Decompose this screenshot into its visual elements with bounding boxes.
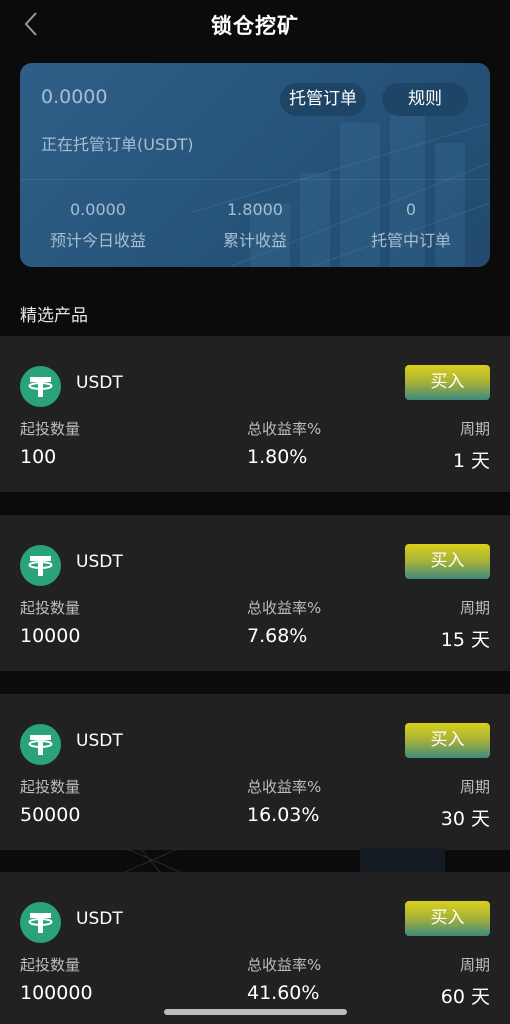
stat-label: 托管中订单 [370, 231, 451, 250]
min-amount-value: 50000 [20, 804, 81, 826]
min-amount-label: 起投数量 [20, 956, 81, 974]
page-title: 锁仓挖矿 [211, 14, 299, 38]
coin-name: USDT [76, 909, 123, 929]
stat-label: 预计今日收益 [49, 231, 146, 250]
min-amount-label: 起投数量 [20, 778, 81, 796]
tether-icon [20, 724, 61, 765]
home-indicator[interactable] [164, 1009, 347, 1015]
product-card: USDT 买入 起投数量 总收益率% 周期 100 1.80% 1 天 [0, 336, 510, 492]
rate-label: 总收益率% [247, 956, 322, 974]
rate-label: 总收益率% [247, 420, 322, 438]
period-value: 1 天 [452, 450, 490, 472]
stat-label: 累计收益 [222, 231, 287, 250]
custody-subtitle: 正在托管订单(USDT) [41, 135, 194, 154]
min-amount-value: 100 [20, 446, 57, 468]
period-value: 60 天 [440, 986, 490, 1008]
background-decoration [124, 848, 445, 872]
rate-value: 7.68% [247, 625, 308, 647]
custody-total-amount: 0.0000 [41, 86, 108, 108]
min-amount-value: 100000 [20, 982, 93, 1004]
rate-label: 总收益率% [247, 599, 322, 617]
rate-value: 1.80% [247, 446, 308, 468]
period-label: 周期 [459, 599, 490, 617]
buy-button[interactable]: 买入 [405, 544, 490, 579]
stat-active-orders: 0 托管中订单 [333, 200, 489, 251]
rate-label: 总收益率% [247, 778, 322, 796]
tether-icon [20, 902, 61, 943]
period-value: 30 天 [440, 808, 490, 830]
stat-total-earnings: 1.8000 累计收益 [177, 200, 333, 251]
custody-orders-button[interactable]: 托管订单 [280, 83, 366, 116]
min-amount-value: 10000 [20, 625, 81, 647]
buy-button[interactable]: 买入 [405, 901, 490, 936]
stat-value: 0.0000 [70, 200, 126, 219]
min-amount-label: 起投数量 [20, 420, 81, 438]
tether-icon [20, 545, 61, 586]
tether-icon [20, 366, 61, 407]
period-label: 周期 [459, 778, 490, 796]
coin-name: USDT [76, 552, 123, 572]
rate-value: 41.60% [247, 982, 320, 1004]
rules-button[interactable]: 规则 [382, 83, 468, 116]
stat-today-earnings: 0.0000 预计今日收益 [20, 200, 176, 251]
product-card: USDT 买入 起投数量 总收益率% 周期 50000 16.03% 30 天 [0, 694, 510, 850]
min-amount-label: 起投数量 [20, 599, 81, 617]
period-value: 15 天 [440, 629, 490, 651]
coin-name: USDT [76, 373, 123, 393]
buy-button[interactable]: 买入 [405, 723, 490, 758]
product-card: USDT 买入 起投数量 总收益率% 周期 10000 7.68% 15 天 [0, 515, 510, 671]
buy-button[interactable]: 买入 [405, 365, 490, 400]
divider [20, 179, 490, 180]
top-bar: 锁仓挖矿 [0, 0, 510, 50]
coin-name: USDT [76, 731, 123, 751]
stat-value: 1.8000 [227, 200, 283, 219]
stat-value: 0 [405, 200, 417, 219]
product-card: USDT 买入 起投数量 总收益率% 周期 100000 41.60% 60 天 [0, 872, 510, 1024]
period-label: 周期 [459, 420, 490, 438]
rate-value: 16.03% [247, 804, 320, 826]
custody-summary-card: 0.0000 托管订单 规则 正在托管订单(USDT) 0.0000 预计今日收… [20, 63, 490, 267]
period-label: 周期 [459, 956, 490, 974]
section-title: 精选产品 [20, 306, 88, 326]
